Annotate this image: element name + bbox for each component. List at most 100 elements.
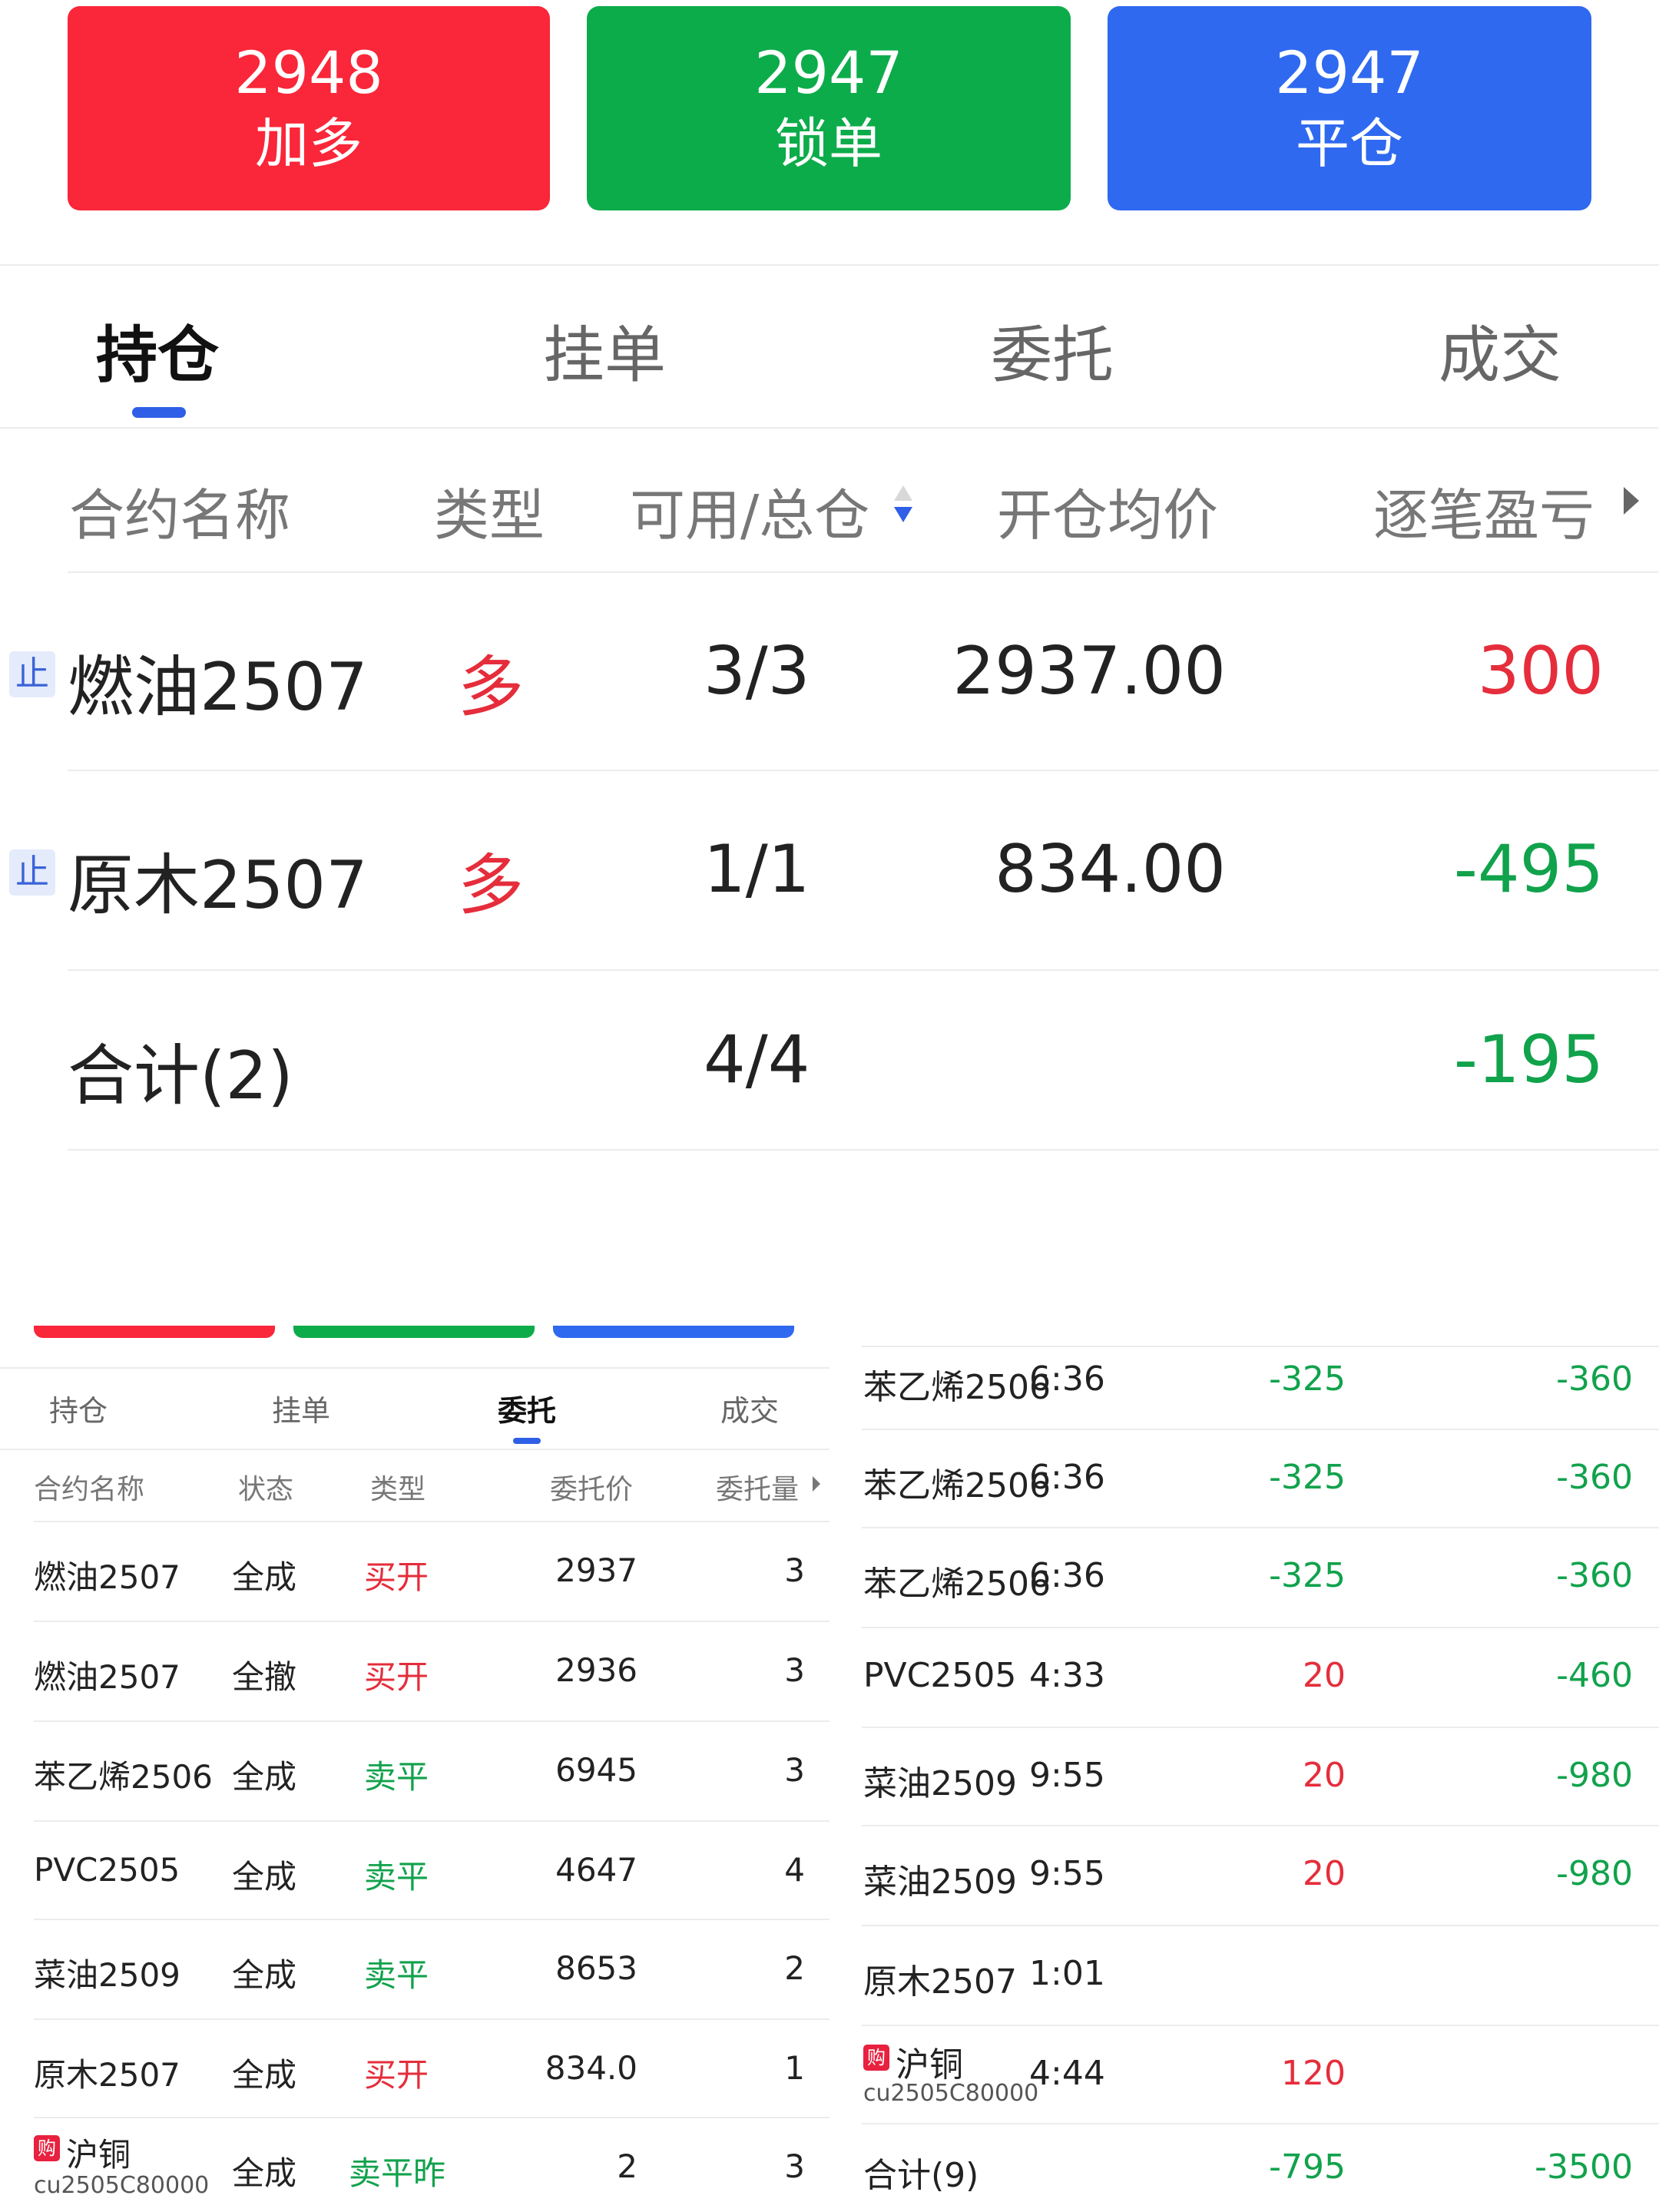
col-avg-open-price: 开仓均价 <box>997 483 1219 548</box>
tab-positions[interactable]: 持仓 <box>4 306 311 395</box>
divider <box>862 1429 1659 1430</box>
trade-time: 6:36 <box>1029 1359 1105 1399</box>
order-price: 834.0 <box>545 2049 637 2087</box>
divider <box>0 1367 830 1369</box>
lock-order-button[interactable]: 2947 锁单 <box>587 6 1071 210</box>
divider <box>862 1925 1659 1926</box>
order-price: 2936 <box>555 1651 637 1689</box>
trade-pnl: 120 <box>1281 2054 1346 2093</box>
order-type: 买开 <box>364 1558 429 1596</box>
sort-updown-icon[interactable] <box>892 482 914 525</box>
divider <box>34 1919 830 1920</box>
trade-contract-name: 苯乙烯2506 <box>863 1368 1051 1407</box>
trade-contract-name: 菜油2509 <box>863 1764 1017 1803</box>
order-qty: 2 <box>784 1949 805 1987</box>
buy-badge: 购 <box>34 2135 60 2161</box>
col-order-qty: 委托量 <box>716 1474 800 1505</box>
order-qty: 3 <box>784 1651 805 1689</box>
position-contract-name: 原木2507 <box>68 847 368 924</box>
position-pnl: 300 <box>1477 633 1604 710</box>
order-contract-name: 沪铜 <box>66 2136 131 2174</box>
order-type: 买开 <box>364 1658 429 1696</box>
order-qty: 1 <box>784 2049 805 2087</box>
trade-contract-code: cu2505C80000 <box>863 2080 1039 2107</box>
col-status: 状态 <box>238 1474 294 1505</box>
caret-right-icon[interactable] <box>811 1475 822 1493</box>
order-status: 全成 <box>232 1858 297 1896</box>
col-type: 类型 <box>434 483 545 548</box>
close-position-button-edge[interactable] <box>553 1326 794 1338</box>
active-tab-indicator <box>132 407 186 418</box>
caret-right-icon[interactable] <box>1621 484 1641 518</box>
order-qty: 3 <box>784 1551 805 1589</box>
col-available-total[interactable]: 可用/总仓 <box>630 470 869 551</box>
order-qty: 3 <box>784 1751 805 1789</box>
positions-total-label: 合计(2) <box>68 1038 293 1114</box>
add-long-button[interactable]: 2948 加多 <box>68 6 550 210</box>
trade-time: 9:55 <box>1029 1756 1105 1795</box>
trade-pnl: 20 <box>1303 1756 1346 1795</box>
trade-pnl: 20 <box>1303 1854 1346 1893</box>
trades-total-sum: -3500 <box>1535 2147 1633 2187</box>
order-type: 卖平 <box>364 1956 429 1994</box>
active-tab-indicator <box>513 1438 541 1444</box>
trade-total-pnl: -360 <box>1556 1458 1633 1497</box>
add-long-button-edge[interactable] <box>34 1326 275 1338</box>
position-avg-price: 834.00 <box>995 831 1226 908</box>
lock-order-label: 锁单 <box>775 112 882 175</box>
divider <box>862 1825 1659 1826</box>
trade-pnl: -325 <box>1269 1556 1346 1595</box>
tab-pending[interactable]: 挂单 <box>213 1387 389 1429</box>
col-contract-name: 合约名称 <box>34 1474 145 1505</box>
divider <box>862 1346 1659 1347</box>
order-contract-name: 燃油2507 <box>34 1558 180 1596</box>
order-status: 全成 <box>232 1558 297 1596</box>
trade-contract-name: 原木2507 <box>863 1962 1017 2002</box>
order-price: 2 <box>617 2147 637 2185</box>
divider <box>0 1449 830 1450</box>
trade-time: 6:36 <box>1029 1556 1105 1595</box>
position-qty: 3/3 <box>704 633 810 710</box>
close-position-price: 2947 <box>1275 38 1424 107</box>
divider <box>34 1521 830 1522</box>
stop-badge: 止 <box>9 651 55 697</box>
positions-total-pnl: -195 <box>1453 1022 1604 1098</box>
tab-orders[interactable]: 委托 <box>439 1387 615 1429</box>
order-price: 6945 <box>555 1751 637 1789</box>
trade-total-pnl: -460 <box>1556 1656 1633 1695</box>
add-long-price: 2948 <box>234 38 383 107</box>
trades-total-label: 合计(9) <box>863 2156 979 2195</box>
trade-time: 4:33 <box>1029 1656 1105 1695</box>
trade-contract-name: 苯乙烯2506 <box>863 1565 1051 1604</box>
order-price: 2937 <box>555 1551 637 1589</box>
order-contract-name: 菜油2509 <box>34 1956 180 1994</box>
order-contract-name: 原木2507 <box>34 2056 180 2094</box>
trade-pnl: -325 <box>1269 1359 1346 1399</box>
divider <box>0 427 1659 429</box>
divider <box>68 1149 1659 1151</box>
trade-time: 4:44 <box>1029 2054 1105 2093</box>
order-type: 卖平昨 <box>349 2154 446 2192</box>
divider <box>34 2117 830 2118</box>
lock-order-button-edge[interactable] <box>293 1326 535 1338</box>
trade-total-pnl: -980 <box>1556 1756 1633 1795</box>
tab-trades[interactable]: 成交 <box>661 1387 838 1429</box>
close-position-button[interactable]: 2947 平仓 <box>1108 6 1591 210</box>
divider <box>862 1627 1659 1628</box>
divider <box>34 1621 830 1622</box>
trade-pnl: 20 <box>1303 1656 1346 1695</box>
add-long-label: 加多 <box>255 112 363 175</box>
trades-total-pnl: -795 <box>1269 2147 1346 2187</box>
tab-pending[interactable]: 挂单 <box>451 306 758 395</box>
position-contract-name: 燃油2507 <box>68 649 368 726</box>
order-status: 全成 <box>232 2154 297 2192</box>
buy-badge: 购 <box>863 2045 889 2071</box>
order-price: 4647 <box>555 1851 637 1889</box>
tab-orders[interactable]: 委托 <box>899 306 1206 395</box>
order-contract-name: PVC2505 <box>34 1851 180 1889</box>
order-price: 8653 <box>555 1949 637 1987</box>
tab-trades[interactable]: 成交 <box>1346 306 1654 395</box>
tab-positions[interactable]: 持仓 <box>0 1387 167 1429</box>
divider <box>34 1820 830 1822</box>
trade-contract-name: 沪铜 <box>896 2045 963 2085</box>
